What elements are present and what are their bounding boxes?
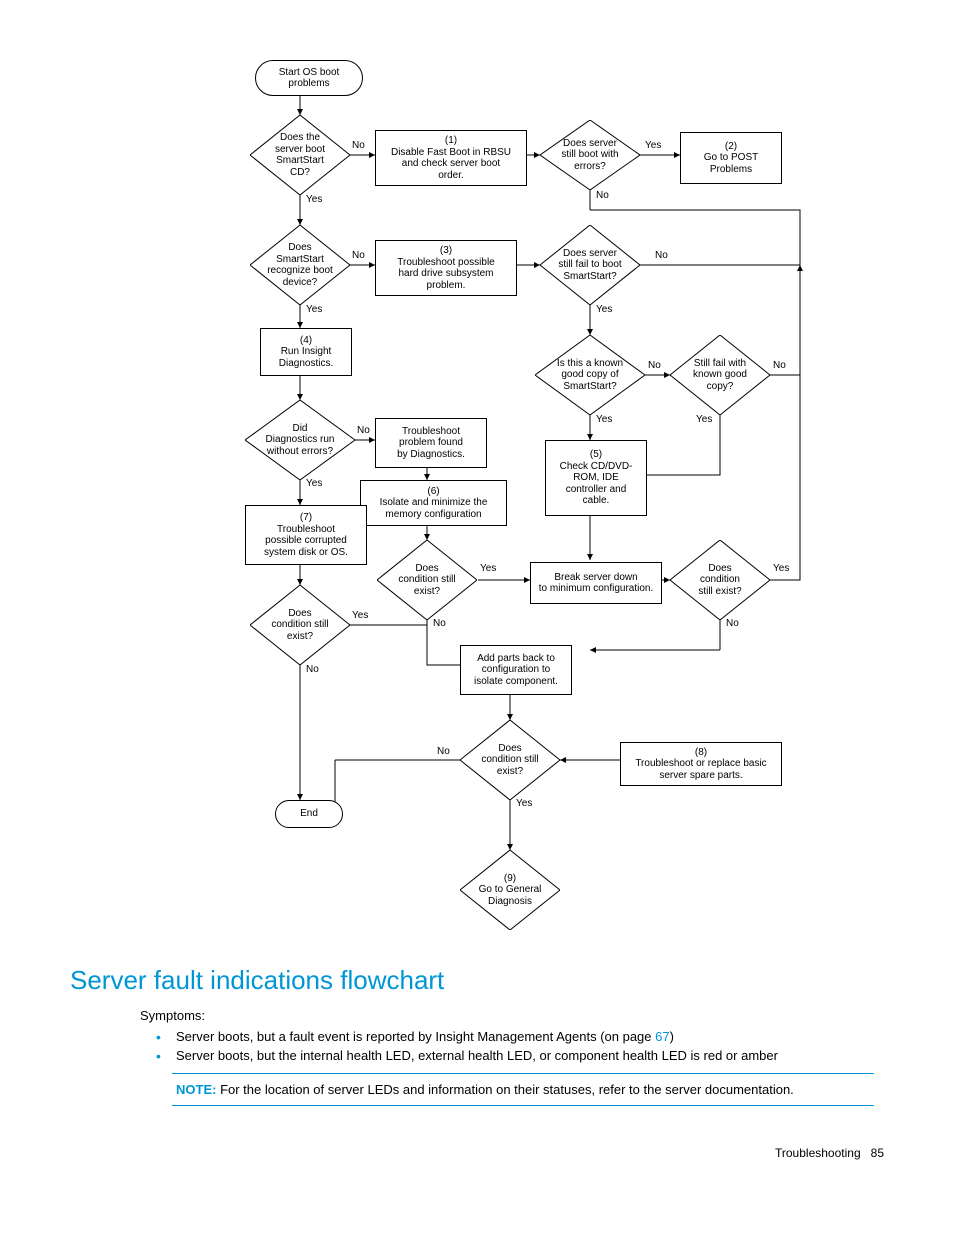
lbl-yes-5: Yes xyxy=(596,414,612,426)
symptoms-list: Server boots, but a fault event is repor… xyxy=(140,1029,874,1063)
lbl-no-3: No xyxy=(352,250,365,262)
lbl-yes-10: Yes xyxy=(773,563,789,575)
lbl-yes-2: Yes xyxy=(645,140,661,152)
process-isolate-memory: (6) Isolate and minimize the memory conf… xyxy=(360,480,507,526)
lbl-yes-3: Yes xyxy=(306,304,322,316)
lbl-yes-1: Yes xyxy=(306,194,322,206)
d3-text: Does SmartStart recognize boot device? xyxy=(250,225,350,305)
decision-recognize-device: Does SmartStart recognize boot device? xyxy=(250,225,350,305)
lbl-yes-8: Yes xyxy=(480,563,496,575)
d4-text: Does server still fail to boot SmartStar… xyxy=(540,225,640,305)
lbl-no-2: No xyxy=(596,190,609,202)
note-text: For the location of server LEDs and info… xyxy=(216,1082,793,1097)
list-item: Server boots, but a fault event is repor… xyxy=(172,1029,874,1044)
process-check-cdrom: (5) Check CD/DVD- ROM, IDE controller an… xyxy=(545,440,647,516)
decision-boot-errors: Does server still boot with errors? xyxy=(540,120,640,190)
process-run-insight: (4) Run Insight Diagnostics. xyxy=(260,328,352,376)
decision-condition-still-4: Does condition still exist? xyxy=(460,720,560,800)
d9-text: Does condition still exist? xyxy=(250,585,350,665)
footer-page-number: 85 xyxy=(871,1146,884,1160)
lbl-no-1: No xyxy=(352,140,365,152)
decision-condition-still-2: Does condition still exist? xyxy=(250,585,350,665)
os-boot-flowchart: Start OS boot problems Does the server b… xyxy=(160,60,810,940)
process-add-parts-back: Add parts back to configuration to isola… xyxy=(460,645,572,695)
bullet2-text: Server boots, but the internal health LE… xyxy=(176,1048,778,1063)
d6-text: Still fail with known good copy? xyxy=(670,335,770,415)
note-label: NOTE: xyxy=(176,1082,216,1097)
lbl-yes-6: Yes xyxy=(696,414,712,426)
decision-still-fail-known: Still fail with known good copy? xyxy=(670,335,770,415)
decision-diag-no-errors: Did Diagnostics run without errors? xyxy=(245,400,355,480)
note-box: NOTE: For the location of server LEDs an… xyxy=(172,1073,874,1106)
start-text: Start OS boot problems xyxy=(279,67,340,90)
lbl-no-9: No xyxy=(306,664,319,676)
bullet1-pre: Server boots, but a fault event is repor… xyxy=(176,1029,655,1044)
process-troubleshoot-diag: Troubleshoot problem found by Diagnostic… xyxy=(375,418,487,468)
end-text: End xyxy=(300,808,318,820)
page-link-67[interactable]: 67 xyxy=(655,1029,669,1044)
d5-text: Is this a known good copy of SmartStart? xyxy=(535,335,645,415)
terminator-start: Start OS boot problems xyxy=(255,60,363,96)
d10-text: Does condition still exist? xyxy=(670,540,770,620)
process-disable-fast-boot: (1) Disable Fast Boot in RBSU and check … xyxy=(375,130,527,186)
section-heading: Server fault indications flowchart xyxy=(70,965,884,996)
decision-known-good-copy: Is this a known good copy of SmartStart? xyxy=(535,335,645,415)
d7-text: Did Diagnostics run without errors? xyxy=(245,400,355,480)
lbl-no-10: No xyxy=(726,618,739,630)
lbl-yes-4: Yes xyxy=(596,304,612,316)
d2-text: Does server still boot with errors? xyxy=(540,120,640,190)
process-replace-spare: (8) Troubleshoot or replace basic server… xyxy=(620,742,782,786)
symptoms-label: Symptoms: xyxy=(140,1008,874,1023)
lbl-no-6: No xyxy=(773,360,786,372)
d11-text: Does condition still exist? xyxy=(460,720,560,800)
page-footer: Troubleshooting 85 xyxy=(70,1146,884,1160)
lbl-yes-7: Yes xyxy=(306,478,322,490)
decision-boot-smartstart: Does the server boot SmartStart CD? xyxy=(250,115,350,195)
body-content: Symptoms: Server boots, but a fault even… xyxy=(140,1008,874,1106)
decision-condition-still-3: Does condition still exist? xyxy=(670,540,770,620)
lbl-yes-11: Yes xyxy=(516,798,532,810)
p9-text: (9) Go to General Diagnosis xyxy=(460,850,560,930)
lbl-no-8: No xyxy=(433,618,446,630)
decision-condition-still-1: Does condition still exist? xyxy=(377,540,477,620)
process-goto-general-diag: (9) Go to General Diagnosis xyxy=(460,850,560,930)
bullet1-post: ) xyxy=(670,1029,674,1044)
lbl-no-5: No xyxy=(648,360,661,372)
footer-section: Troubleshooting xyxy=(775,1146,861,1160)
lbl-no-4: No xyxy=(655,250,668,262)
lbl-no-11: No xyxy=(437,746,450,758)
process-corrupted-os: (7) Troubleshoot possible corrupted syst… xyxy=(245,505,367,565)
process-break-minimum: Break server down to minimum configurati… xyxy=(530,562,662,604)
lbl-yes-9: Yes xyxy=(352,610,368,622)
process-goto-post: (2) Go to POST Problems xyxy=(680,132,782,184)
process-hdd-subsystem: (3) Troubleshoot possible hard drive sub… xyxy=(375,240,517,296)
d1-text: Does the server boot SmartStart CD? xyxy=(250,115,350,195)
lbl-no-7: No xyxy=(357,425,370,437)
terminator-end: End xyxy=(275,800,343,828)
list-item: Server boots, but the internal health LE… xyxy=(172,1048,874,1063)
d8-text: Does condition still exist? xyxy=(377,540,477,620)
decision-still-fail-boot: Does server still fail to boot SmartStar… xyxy=(540,225,640,305)
